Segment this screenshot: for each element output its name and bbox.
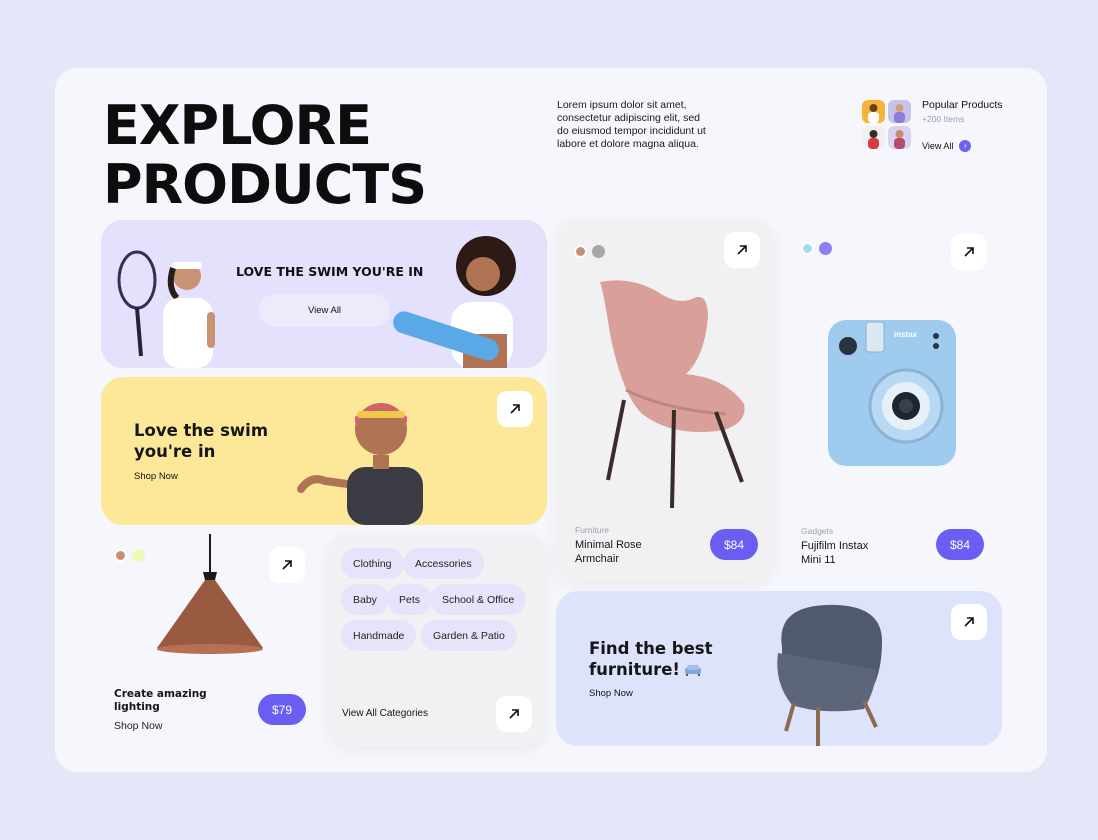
rose-armchair-image	[600, 280, 745, 509]
lamp-swatch-copper[interactable]	[114, 549, 127, 562]
chip-clothing[interactable]: Clothing	[341, 548, 404, 579]
promo-heading: Love the swim you're in	[134, 420, 268, 462]
chair-name-line-2: Armchair	[575, 553, 620, 565]
instax-camera-image: instax	[826, 316, 958, 468]
swim-view-all-button[interactable]: View All	[259, 294, 390, 327]
popular-products: Popular Products +200 Items View All ›	[862, 99, 1022, 155]
promo-heading-line-2: you're in	[134, 442, 216, 461]
arrow-up-right-icon	[964, 617, 974, 627]
lamp-swatch-lime[interactable]	[132, 549, 145, 562]
chair-swatch-rose[interactable]	[574, 245, 587, 258]
arrow-up-right-icon	[964, 247, 974, 257]
camera-name-line-1: Fujifilm Instax	[801, 540, 869, 552]
lamp-price-button[interactable]: $79	[258, 694, 306, 725]
swim-promo-card: Love the swim you're in Shop Now	[101, 377, 547, 525]
thumb-4	[888, 126, 911, 149]
chip-baby[interactable]: Baby	[341, 584, 389, 615]
arrow-up-right-icon	[282, 560, 292, 570]
chair-swatch-gray[interactable]	[592, 245, 605, 258]
camera-product-card[interactable]: instax Gadgets Fujifilm Instax Mini 11 $…	[783, 220, 1001, 582]
chair-arrow-button[interactable]	[724, 232, 760, 268]
chip-school-office[interactable]: School & Office	[430, 584, 527, 615]
view-all-categories-link[interactable]: View All Categories	[342, 708, 428, 719]
lamp-shop-now-link[interactable]: Shop Now	[114, 720, 162, 732]
sofa-icon	[684, 664, 701, 676]
chair-name: Minimal Rose Armchair	[575, 538, 642, 566]
gray-armchair-image	[777, 604, 882, 746]
popular-view-all-link[interactable]: View All ›	[922, 140, 972, 152]
yoga-woman-image	[393, 236, 516, 368]
thumb-3	[862, 126, 885, 149]
thumb-2	[888, 100, 911, 123]
camera-brand-text: instax	[894, 330, 918, 339]
chair-name-line-1: Minimal Rose	[575, 539, 642, 551]
categories-card: Clothing Accessories Baby Pets School & …	[328, 534, 546, 746]
lamp-name-line-2: lighting	[114, 701, 160, 713]
camera-name: Fujifilm Instax Mini 11	[801, 539, 868, 567]
page-title: EXPLORE PRODUCTS	[103, 94, 427, 216]
thumb-1	[862, 100, 885, 123]
promo-shop-now-link[interactable]: Shop Now	[134, 471, 178, 482]
popular-title: Popular Products	[922, 99, 1003, 111]
categories-arrow-button[interactable]	[496, 696, 532, 732]
title-line-1: EXPLORE	[103, 94, 372, 157]
popular-thumbnails	[862, 100, 912, 150]
furniture-arrow-button[interactable]	[951, 604, 987, 640]
popular-view-all-label: View All	[922, 141, 954, 151]
promo-heading-line-1: Love the swim	[134, 421, 269, 440]
arrow-up-right-icon	[510, 404, 520, 414]
furniture-banner: Find the best furniture! Shop Now	[556, 591, 1002, 746]
promo-arrow-button[interactable]	[497, 391, 533, 427]
arrow-up-right-icon	[509, 709, 519, 719]
header-description: Lorem ipsum dolor sit amet, consectetur …	[557, 99, 706, 150]
popular-count: +200 Items	[922, 114, 965, 124]
lamp-name-line-1: Create amazing	[114, 688, 207, 700]
camera-name-line-2: Mini 11	[801, 554, 836, 566]
chair-price-button[interactable]: $84	[710, 529, 758, 560]
swim-banner: LOVE THE SWIM YOU'RE IN View All	[101, 220, 547, 368]
title-line-2: PRODUCTS	[103, 153, 427, 216]
lamp-arrow-button[interactable]	[269, 547, 305, 583]
camera-category: Gadgets	[801, 526, 834, 536]
chair-category: Furniture	[575, 525, 610, 535]
arrow-up-right-icon	[737, 245, 747, 255]
tennis-player-image	[117, 250, 215, 368]
furniture-heading-line-2-wrap: furniture!	[589, 659, 713, 680]
camera-arrow-button[interactable]	[951, 234, 987, 270]
chip-pets[interactable]: Pets	[387, 584, 433, 615]
arrow-right-icon: ›	[959, 140, 972, 152]
furniture-shop-now-link[interactable]: Shop Now	[589, 688, 633, 699]
swim-banner-heading: LOVE THE SWIM YOU'RE IN	[236, 264, 424, 279]
chip-garden-patio[interactable]: Garden & Patio	[421, 620, 517, 651]
lamp-name: Create amazing lighting	[114, 688, 207, 714]
lamp-product-card[interactable]: Create amazing lighting Shop Now $79	[101, 534, 319, 746]
pendant-lamp-image	[157, 534, 263, 654]
camera-price-button[interactable]: $84	[936, 529, 984, 560]
chip-accessories[interactable]: Accessories	[403, 548, 484, 579]
camera-swatch-blue[interactable]	[801, 242, 814, 255]
furniture-heading-line-2: furniture!	[589, 660, 680, 679]
chip-handmade[interactable]: Handmade	[341, 620, 417, 651]
chair-product-card[interactable]: Furniture Minimal Rose Armchair $84	[556, 220, 774, 582]
furniture-heading-line-1: Find the best	[589, 639, 713, 658]
furniture-heading: Find the best furniture!	[589, 638, 713, 680]
camera-swatch-purple[interactable]	[819, 242, 832, 255]
swimmer-image	[297, 403, 423, 525]
